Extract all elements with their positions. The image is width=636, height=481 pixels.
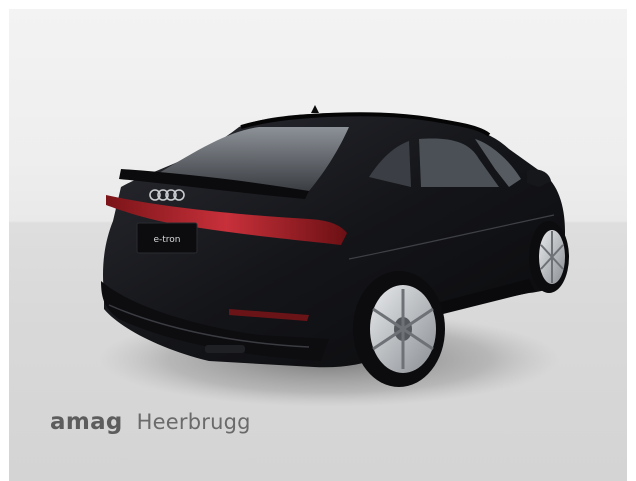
front-wheel — [529, 221, 569, 293]
rear-diffuser — [205, 345, 245, 353]
vehicle-photo-frame: e-tron amag Heerbrugg — [9, 9, 627, 481]
model-badge: e-tron — [153, 235, 180, 245]
dealer-brand-logo: amag — [50, 409, 123, 435]
rear-wheel — [353, 271, 445, 387]
dealer-location: Heerbrugg — [136, 410, 251, 434]
dealer-watermark: amag Heerbrugg — [50, 409, 251, 435]
antenna — [311, 105, 319, 113]
